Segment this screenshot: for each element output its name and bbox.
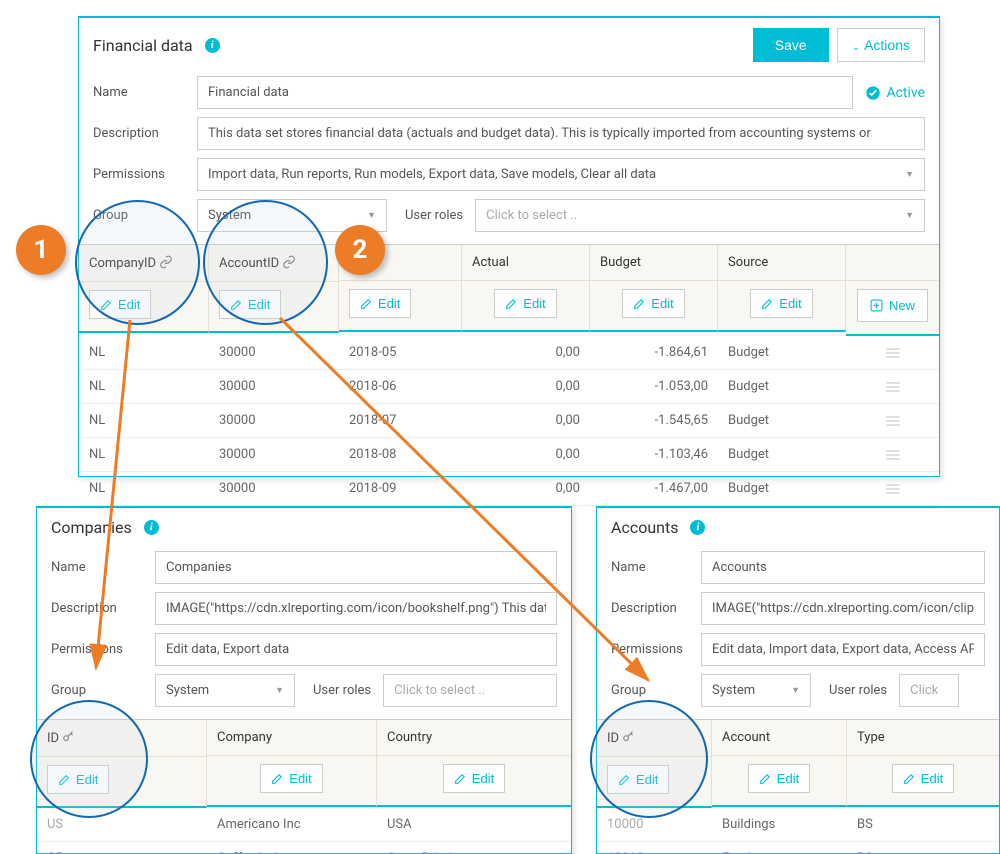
label-group: Group: [93, 208, 197, 223]
callout-badge-2: 2: [335, 225, 385, 275]
group-select[interactable]: System▼: [701, 674, 811, 707]
drag-handle-icon[interactable]: [846, 370, 939, 403]
edit-button[interactable]: Edit: [622, 289, 684, 318]
permissions-field[interactable]: [155, 633, 557, 666]
col-account: Account: [712, 720, 847, 756]
col-budget: Budget: [590, 245, 718, 281]
panel-companies: Companiesi Name Description Permissions …: [36, 506, 572, 854]
save-button[interactable]: Save: [753, 28, 829, 62]
userroles-select[interactable]: Click to select ..: [383, 674, 557, 707]
check-circle-icon: [865, 85, 881, 101]
col-company: Company: [207, 720, 377, 756]
permissions-select[interactable]: Import data, Run reports, Run models, Ex…: [197, 158, 925, 191]
panel-header: Financial data i Save ⌄Actions: [79, 18, 939, 72]
callout-badge-1: 1: [16, 225, 66, 275]
drag-handle-icon[interactable]: [846, 336, 939, 369]
pencil-icon: [618, 773, 631, 786]
table-row[interactable]: USAmericano IncUSA: [37, 808, 571, 842]
pencil-icon: [759, 772, 772, 785]
description-field[interactable]: [155, 592, 557, 625]
table-row[interactable]: NL300002018-07 0,00-1.545,65Budget: [79, 404, 939, 438]
info-icon[interactable]: i: [144, 520, 159, 535]
edit-button[interactable]: Edit: [494, 289, 556, 318]
table-row[interactable]: GBCoffee LtdGreat Britain: [37, 842, 571, 854]
table-row[interactable]: 10010FurnitureBS: [597, 842, 999, 854]
edit-button[interactable]: Edit: [89, 290, 151, 319]
pencil-icon: [633, 297, 646, 310]
table-row[interactable]: NL300002018-05 0,00-1.864,61Budget: [79, 336, 939, 370]
data-grid: CompanyID Edit AccountID Edit Edit Actua…: [79, 244, 939, 506]
table-row[interactable]: 10000BuildingsBS: [597, 808, 999, 842]
pencil-icon: [761, 297, 774, 310]
label-userroles: User roles: [405, 208, 463, 223]
panel-accounts: Accountsi Name Description Permissions G…: [596, 506, 1000, 854]
plus-icon: [870, 299, 883, 312]
drag-handle-icon[interactable]: [846, 438, 939, 471]
col-companyid: CompanyID: [79, 245, 209, 282]
table-row[interactable]: NL300002018-09 0,00-1.467,00Budget: [79, 472, 939, 506]
edit-button[interactable]: Edit: [748, 764, 810, 793]
panel-financial-data: Financial data i Save ⌄Actions Name Acti…: [78, 16, 940, 477]
pencil-icon: [100, 298, 113, 311]
label-permissions: Permissions: [93, 167, 197, 182]
edit-button[interactable]: Edit: [750, 289, 812, 318]
col-id: ID: [597, 720, 712, 757]
name-field[interactable]: [155, 551, 557, 584]
info-icon[interactable]: i: [205, 38, 220, 53]
permissions-field[interactable]: [701, 633, 985, 666]
pencil-icon: [903, 772, 916, 785]
description-field[interactable]: [701, 592, 985, 625]
edit-button[interactable]: Edit: [443, 764, 505, 793]
edit-button[interactable]: Edit: [892, 764, 954, 793]
col-accountid: AccountID: [209, 245, 339, 282]
pencil-icon: [360, 297, 373, 310]
col-source: Source: [718, 245, 846, 281]
pencil-icon: [505, 297, 518, 310]
table-row[interactable]: NL300002018-08 0,00-1.103,46Budget: [79, 438, 939, 472]
drag-handle-icon[interactable]: [846, 404, 939, 437]
edit-button[interactable]: Edit: [607, 765, 669, 794]
table-row[interactable]: NL300002018-06 0,00-1.053,00Budget: [79, 370, 939, 404]
new-button[interactable]: New: [857, 289, 928, 322]
pencil-icon: [271, 772, 284, 785]
pencil-icon: [58, 773, 71, 786]
page-title: Accounts: [611, 518, 678, 537]
actions-button[interactable]: ⌄Actions: [837, 28, 925, 62]
chevron-down-icon: ⌄: [852, 42, 860, 53]
pencil-icon: [230, 298, 243, 311]
chevron-down-icon: ▼: [367, 210, 376, 221]
col-actual: Actual: [462, 245, 590, 281]
edit-button[interactable]: Edit: [47, 765, 109, 794]
link-icon: [282, 255, 296, 269]
group-select[interactable]: System▼: [155, 674, 295, 707]
pencil-icon: [454, 772, 467, 785]
key-icon: [622, 730, 636, 744]
name-field[interactable]: [701, 551, 985, 584]
label-name: Name: [93, 85, 197, 100]
chevron-down-icon: ▼: [905, 210, 914, 221]
page-title: Companies: [51, 518, 132, 537]
info-icon[interactable]: i: [690, 520, 705, 535]
col-country: Country: [377, 720, 571, 756]
label-description: Description: [93, 126, 197, 141]
chevron-down-icon: ▼: [905, 169, 914, 180]
key-icon: [62, 730, 76, 744]
name-field[interactable]: [197, 76, 853, 109]
userroles-select[interactable]: Click: [899, 674, 959, 707]
page-title: Financial data: [93, 36, 193, 55]
edit-button[interactable]: Edit: [349, 289, 411, 318]
col-type: Type: [847, 720, 999, 756]
drag-handle-icon[interactable]: [846, 472, 939, 505]
active-toggle[interactable]: Active: [865, 85, 925, 101]
userroles-select[interactable]: Click to select ..▼: [475, 199, 925, 232]
edit-button[interactable]: Edit: [219, 290, 281, 319]
col-id: ID: [37, 720, 207, 757]
edit-button[interactable]: Edit: [260, 764, 322, 793]
link-icon: [159, 255, 173, 269]
description-field[interactable]: [197, 117, 925, 150]
